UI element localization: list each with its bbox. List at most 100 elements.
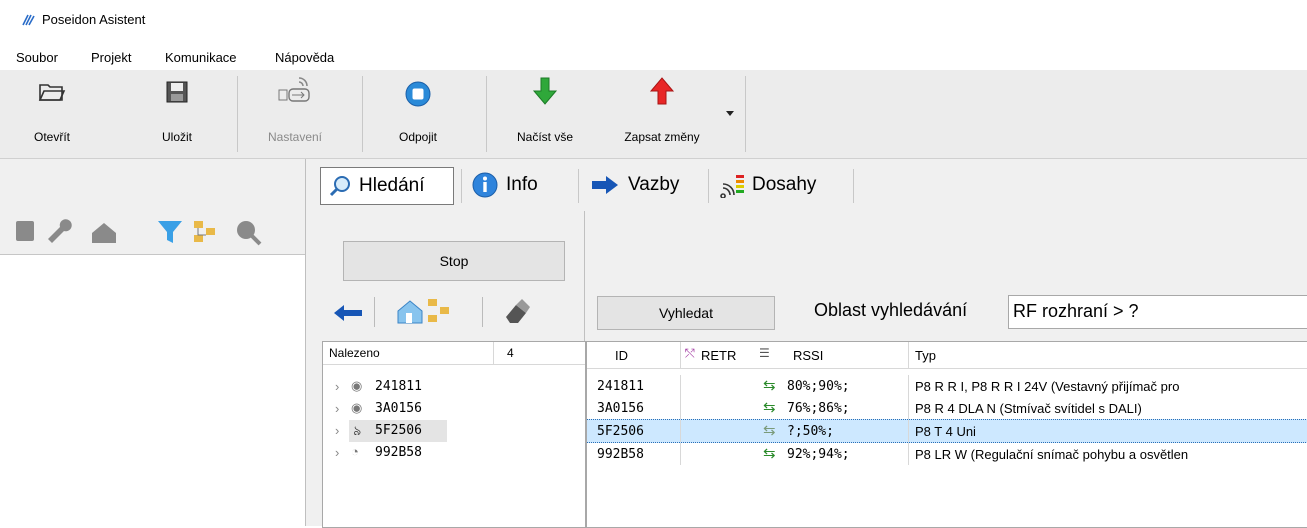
expand-icon[interactable]: ›	[335, 423, 339, 438]
cell-rssi: ?;50%;	[787, 424, 834, 439]
dropdown-arrow-icon[interactable]	[725, 110, 735, 118]
cell-type: P8 T 4 Uni	[915, 424, 976, 439]
column-type[interactable]: Typ	[915, 348, 936, 363]
app-logo-icon	[22, 14, 35, 26]
tab-info[interactable]: Info	[472, 167, 572, 203]
cell-separator	[908, 397, 909, 419]
toolbar: Otevřít Uložit Nastavení Odpojit Načíst …	[0, 70, 1307, 159]
list-item[interactable]: › ৯ 5F2506	[323, 420, 585, 442]
search-area-field[interactable]: RF rozhraní > ?	[1008, 295, 1307, 329]
found-header-label: Nalezeno	[329, 346, 380, 360]
title-bar: Poseidon Asistent	[0, 0, 1307, 42]
tab-strip: Hledání Info Vazby Dosahy	[306, 159, 1307, 211]
found-count: 4	[507, 346, 514, 360]
tab-search[interactable]: Hledání	[320, 167, 454, 205]
menu-help[interactable]: Nápověda	[275, 50, 334, 65]
expand-icon[interactable]: ›	[335, 401, 339, 416]
signal-range-icon	[720, 175, 744, 198]
settings-label: Nastavení	[267, 130, 323, 144]
cell-separator	[908, 420, 909, 442]
settings-button[interactable]: Nastavení	[255, 70, 335, 158]
list-item-label: 992B58	[375, 445, 422, 460]
list-item-label: 241811	[375, 379, 422, 394]
search-area-value: RF rozhraní > ?	[1013, 301, 1139, 321]
magnifier-icon	[329, 176, 350, 197]
column-rssi[interactable]: RSSI	[793, 348, 823, 363]
tab-separator	[708, 169, 709, 203]
arrow-right-icon	[592, 176, 618, 194]
toolbar-separator	[362, 76, 363, 152]
floppy-disk-icon	[166, 81, 188, 103]
stop-circle-icon	[405, 81, 431, 107]
window-title: Poseidon Asistent	[42, 12, 146, 27]
table-row[interactable]: 992B58 ⇆ 92%;94%; P8 LR W (Regulační sní…	[587, 443, 1307, 465]
search-button[interactable]: Vyhledat	[597, 296, 775, 330]
rssi-arrows-icon: ⇆	[763, 445, 776, 462]
list-item[interactable]: › ◉ 241811	[323, 376, 585, 398]
found-list[interactable]: Nalezeno 4 › ◉ 241811 › ◉ 3A0156 › ৯ 5F2…	[322, 341, 586, 528]
folder-open-icon	[38, 84, 66, 101]
cell-type: P8 LR W (Regulační snímač pohybu a osvět…	[915, 447, 1189, 462]
device-icon: ◉	[351, 378, 363, 393]
tab-search-label: Hledání	[359, 175, 425, 196]
cell-rssi: 80%;90%;	[787, 379, 850, 394]
list-item[interactable]: › ◉ 3A0156	[323, 398, 585, 420]
panel-divider	[584, 211, 585, 341]
cell-id: 5F2506	[597, 424, 644, 439]
cell-id: 992B58	[597, 447, 644, 462]
menu-project[interactable]: Projekt	[91, 50, 131, 65]
write-changes-label: Zapsat změny	[624, 130, 700, 144]
tab-info-label: Info	[506, 174, 538, 195]
device-icon: ◉	[351, 400, 363, 415]
rssi-icon: ☰	[759, 346, 770, 360]
toolbar-separator	[745, 76, 746, 152]
toolbar-separator	[237, 76, 238, 152]
header-separator	[493, 342, 494, 364]
cell-type: P8 R R I, P8 R R I 24V (Vestavný přijíma…	[915, 379, 1180, 394]
left-tool-icons	[16, 219, 262, 246]
menu-bar: Soubor Projekt Komunikace Nápověda	[0, 46, 1307, 68]
column-retr[interactable]: RETR	[701, 348, 736, 363]
tab-separator	[853, 169, 854, 203]
table-row-selected[interactable]: 5F2506 ⇆ ?;50%; P8 T 4 Uni	[587, 419, 1307, 443]
tab-ranges-label: Dosahy	[752, 174, 817, 195]
expand-icon[interactable]: ›	[335, 445, 339, 460]
cell-separator	[908, 443, 909, 465]
write-changes-button[interactable]: Zapsat změny	[612, 70, 712, 158]
open-label: Otevřít	[33, 130, 70, 144]
menu-communication[interactable]: Komunikace	[165, 50, 237, 65]
column-id[interactable]: ID	[615, 348, 628, 363]
signal-icon: ৯	[353, 423, 362, 438]
stop-button[interactable]: Stop	[343, 241, 565, 281]
read-all-button[interactable]: Načíst vše	[505, 70, 585, 158]
rssi-arrows-icon: ⇆	[763, 377, 776, 394]
list-item-label: 3A0156	[375, 401, 422, 416]
save-label: Uložit	[161, 130, 192, 144]
toolbar-separator	[486, 76, 487, 152]
table-row[interactable]: 241811 ⇆ 80%;90%; P8 R R I, P8 R R I 24V…	[587, 375, 1307, 397]
cell-separator	[680, 420, 681, 442]
search-area-label: Oblast vyhledávání	[814, 300, 968, 320]
cell-separator	[680, 443, 681, 465]
left-toolbar	[0, 159, 305, 255]
menu-file[interactable]: Soubor	[16, 50, 58, 65]
header-separator	[680, 342, 681, 368]
save-button[interactable]: Uložit	[152, 70, 202, 158]
cell-rssi: 92%;94%;	[787, 447, 850, 462]
table-row[interactable]: 3A0156 ⇆ 76%;86%; P8 R 4 DLA N (Stmívač …	[587, 397, 1307, 419]
cell-separator	[680, 397, 681, 419]
usb-wireless-icon	[278, 77, 310, 102]
tab-links[interactable]: Vazby	[590, 167, 700, 203]
cell-rssi: 76%;86%;	[787, 401, 850, 416]
disconnect-button[interactable]: Odpojit	[388, 70, 448, 158]
rssi-arrows-icon: ⇆	[763, 399, 776, 416]
cell-separator	[680, 375, 681, 397]
results-header: ID ⤲ RETR ☰ RSSI Typ	[587, 342, 1307, 369]
list-item[interactable]: › ◔ 992B58	[323, 442, 585, 464]
sensor-icon: ◔	[351, 444, 359, 459]
header-separator	[908, 342, 909, 368]
tab-ranges[interactable]: Dosahy	[720, 167, 850, 203]
open-button[interactable]: Otevřít	[22, 70, 82, 158]
results-table[interactable]: ID ⤲ RETR ☰ RSSI Typ 241811 ⇆ 80%;90%; P…	[586, 341, 1307, 528]
expand-icon[interactable]: ›	[335, 379, 339, 394]
